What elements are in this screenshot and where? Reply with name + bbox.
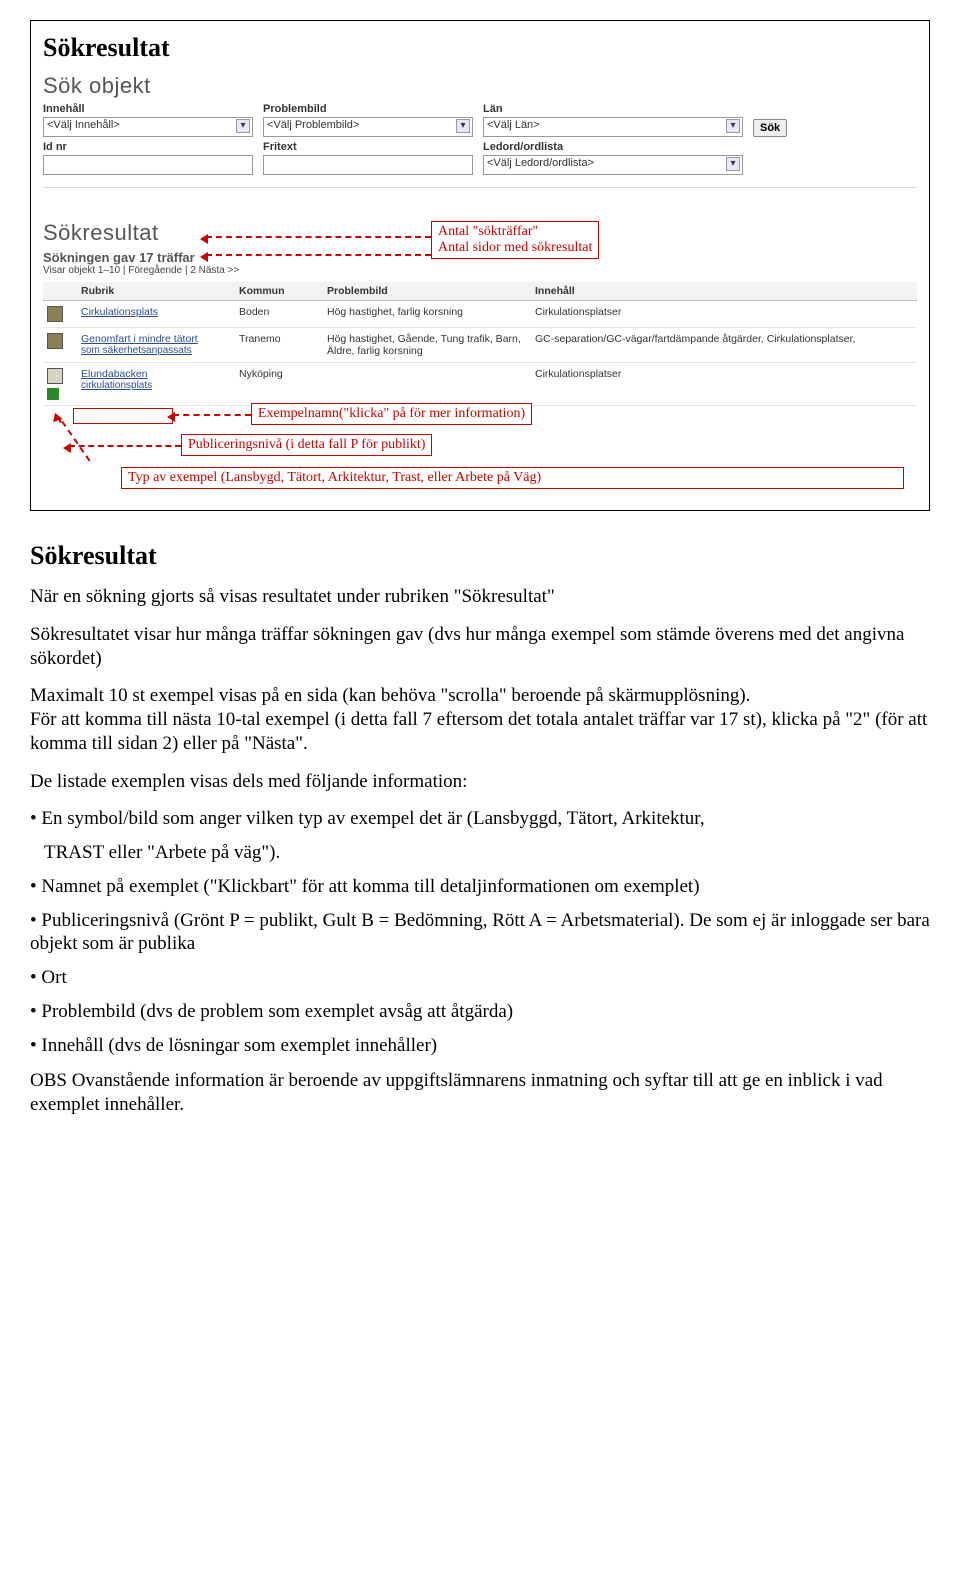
label-idnr: Id nr bbox=[43, 141, 253, 153]
label-fritext: Fritext bbox=[263, 141, 473, 153]
body-heading: Sökresultat bbox=[30, 541, 930, 571]
select-innehall[interactable]: <Välj Innehåll> bbox=[43, 117, 253, 137]
list-item: • Problembild (dvs de problem som exempl… bbox=[30, 1000, 930, 1024]
cell-problembild: Hög hastighet, farlig korsning bbox=[323, 301, 531, 328]
list-item: • En symbol/bild som anger vilken typ av… bbox=[30, 807, 930, 831]
annotated-screenshot: Sökresultat Sök objekt Innehåll <Välj In… bbox=[30, 20, 930, 511]
type-icon bbox=[47, 306, 63, 322]
label-ledord: Ledord/ordlista bbox=[483, 141, 743, 153]
search-button[interactable]: Sök bbox=[753, 119, 787, 137]
list-item: TRAST eller "Arbete på väg"). bbox=[44, 841, 930, 865]
arrow-icon bbox=[206, 236, 431, 238]
col-rubrik: Rubrik bbox=[77, 282, 235, 301]
result-link[interactable]: Cirkulationsplats bbox=[81, 306, 158, 318]
callout-example-name: Exempelnamn("klicka" på för mer informat… bbox=[251, 403, 532, 425]
body-paragraph: När en sökning gjorts så visas resultate… bbox=[30, 585, 930, 609]
type-icon bbox=[47, 333, 63, 349]
page-title: Sökresultat bbox=[43, 33, 917, 63]
cell-kommun: Boden bbox=[235, 301, 323, 328]
result-link[interactable]: Genomfart i mindre tätort bbox=[81, 333, 198, 345]
table-row: Elundabacken cirkulationsplats Nyköping … bbox=[43, 363, 917, 406]
cell-innehall: GC-separation/GC-vägar/fartdämpande åtgä… bbox=[531, 328, 917, 363]
arrow-icon bbox=[173, 414, 251, 416]
list-item: • Ort bbox=[30, 966, 930, 990]
body-text: Sökresultat När en sökning gjorts så vis… bbox=[30, 541, 930, 1117]
col-innehall: Innehåll bbox=[531, 282, 917, 301]
body-paragraph: De listade exemplen visas dels med följa… bbox=[30, 770, 930, 794]
cell-innehall: Cirkulationsplatser bbox=[531, 363, 917, 406]
result-sublink[interactable]: som säkerhetsanpassats bbox=[81, 345, 231, 356]
result-sublink[interactable]: cirkulationsplats bbox=[81, 380, 231, 391]
type-icon bbox=[47, 368, 63, 384]
result-link[interactable]: Elundabacken bbox=[81, 368, 148, 380]
cell-problembild bbox=[323, 363, 531, 406]
results-table: Rubrik Kommun Problembild Innehåll Cirku… bbox=[43, 282, 917, 406]
body-paragraph: Maximalt 10 st exempel visas på en sida … bbox=[30, 684, 930, 755]
cell-kommun: Nyköping bbox=[235, 363, 323, 406]
select-lan[interactable]: <Välj Län> bbox=[483, 117, 743, 137]
arrow-icon bbox=[206, 254, 431, 256]
cell-problembild: Hög hastighet, Gående, Tung trafik, Barn… bbox=[323, 328, 531, 363]
table-row: Cirkulationsplats Boden Hög hastighet, f… bbox=[43, 301, 917, 328]
cell-innehall: Cirkulationsplatser bbox=[531, 301, 917, 328]
col-kommun: Kommun bbox=[235, 282, 323, 301]
input-idnr[interactable] bbox=[43, 155, 253, 175]
publish-badge-icon bbox=[47, 388, 59, 400]
select-problembild[interactable]: <Välj Problembild> bbox=[263, 117, 473, 137]
body-paragraph: OBS Ovanstående information är beroende … bbox=[30, 1069, 930, 1117]
list-item: • Namnet på exemplet ("Klickbart" för at… bbox=[30, 875, 930, 899]
cell-kommun: Tranemo bbox=[235, 328, 323, 363]
select-ledord[interactable]: <Välj Ledord/ordlista> bbox=[483, 155, 743, 175]
label-problembild: Problembild bbox=[263, 103, 473, 115]
label-innehall: Innehåll bbox=[43, 103, 253, 115]
list-item: • Publiceringsnivå (Grönt P = publikt, G… bbox=[30, 909, 930, 957]
results-paging[interactable]: Visar objekt 1–10 | Föregående | 2 Nästa… bbox=[43, 265, 917, 276]
callout-hits: Antal "sökträffar" Antal sidor med sökre… bbox=[431, 221, 599, 259]
label-lan: Län bbox=[483, 103, 743, 115]
highlight-box bbox=[73, 408, 173, 424]
callout-publevel: Publiceringsnivå (i detta fall P för pub… bbox=[181, 434, 432, 456]
col-problembild: Problembild bbox=[323, 282, 531, 301]
input-fritext[interactable] bbox=[263, 155, 473, 175]
search-form: Innehåll <Välj Innehåll> Problembild <Vä… bbox=[43, 103, 917, 188]
list-item: • Innehåll (dvs de lösningar som exemple… bbox=[30, 1034, 930, 1058]
search-panel-title: Sök objekt bbox=[43, 73, 917, 99]
body-paragraph: Sökresultatet visar hur många träffar sö… bbox=[30, 623, 930, 671]
table-row: Genomfart i mindre tätort som säkerhetsa… bbox=[43, 328, 917, 363]
callout-typ: Typ av exempel (Lansbygd, Tätort, Arkite… bbox=[121, 467, 904, 489]
arrow-icon bbox=[69, 445, 181, 447]
